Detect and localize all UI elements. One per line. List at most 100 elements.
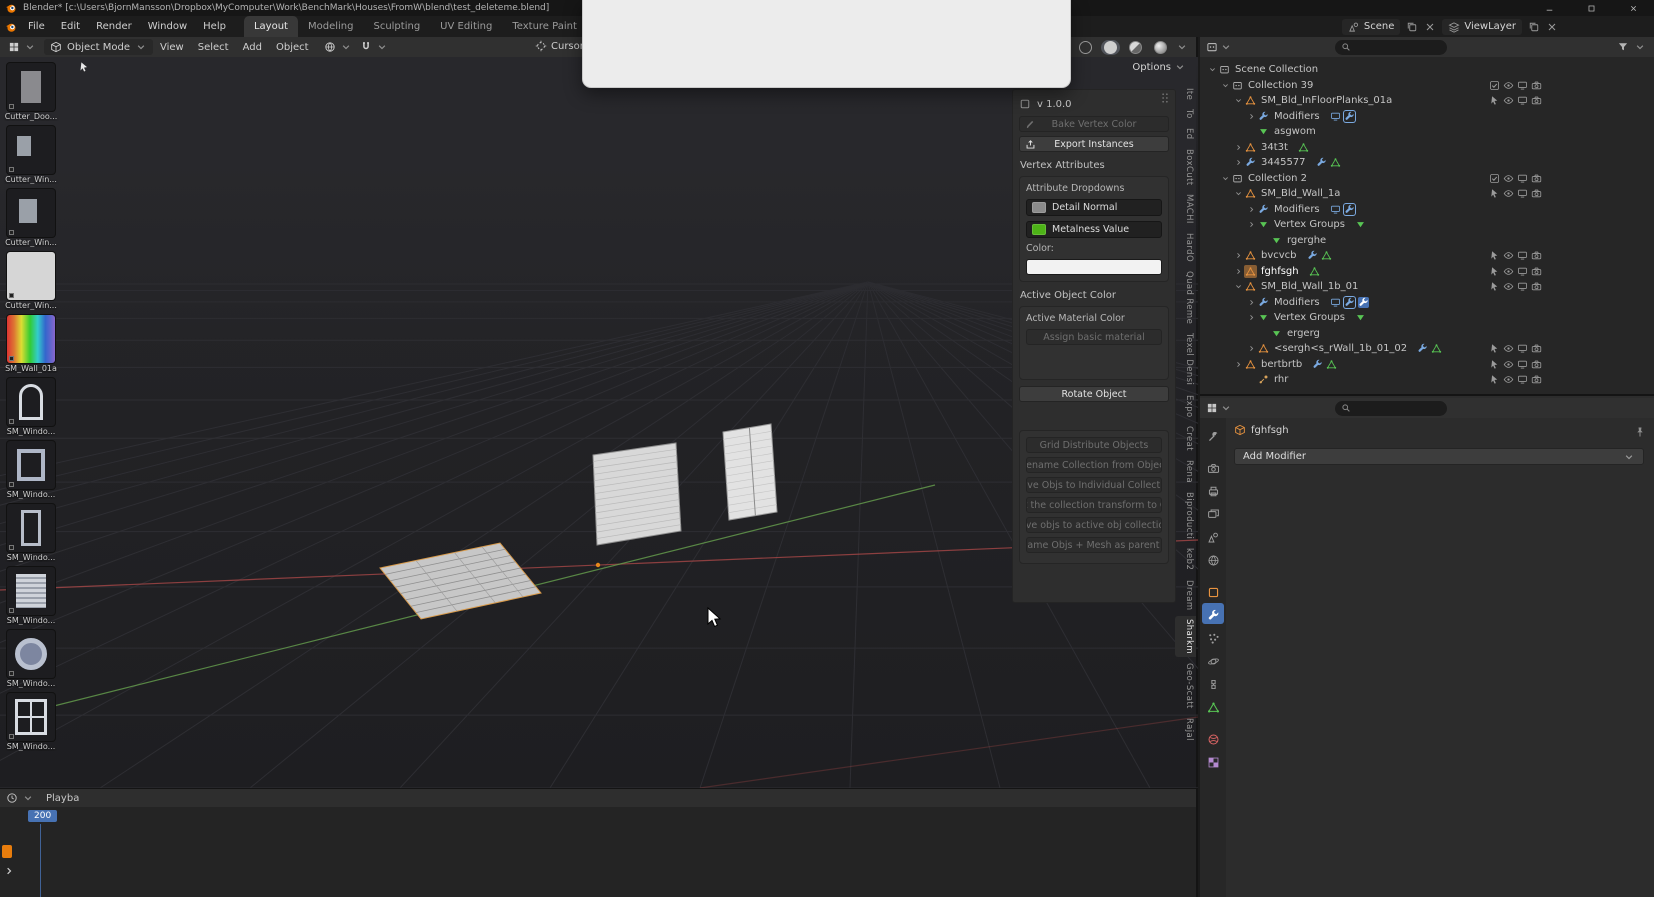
viewport-menu-view[interactable]: View: [153, 37, 191, 57]
eye-toggle-icon[interactable]: [1503, 266, 1514, 277]
sidebar-tab-expo[interactable]: Expo: [1175, 392, 1196, 421]
properties-searchbox[interactable]: [1335, 400, 1447, 416]
properties-type-button[interactable]: [1206, 402, 1232, 414]
monitor-toggle-icon[interactable]: [1517, 343, 1528, 354]
workspace-tab-sculpting[interactable]: Sculpting: [363, 16, 430, 37]
asset-thumbnail[interactable]: [7, 693, 55, 741]
monitor-toggle-icon[interactable]: [1517, 250, 1528, 261]
eye-toggle-icon[interactable]: [1503, 80, 1514, 91]
outliner-row[interactable]: SM_Bld_Wall_1b_01: [1200, 279, 1654, 295]
snapping-dropdown[interactable]: [360, 41, 388, 53]
menu-help[interactable]: Help: [195, 16, 234, 37]
asset-thumbnail[interactable]: [7, 630, 55, 678]
pin-icon[interactable]: [1634, 426, 1646, 438]
expander-icon[interactable]: [1245, 313, 1257, 322]
monitor-toggle-icon[interactable]: [1517, 80, 1528, 91]
shading-rendered[interactable]: [1151, 40, 1170, 55]
sidebar-tab-biproducti[interactable]: Biproducti: [1175, 489, 1196, 542]
minimize-button[interactable]: [1528, 0, 1570, 16]
sidebar-tab-dream[interactable]: Dream: [1175, 577, 1196, 614]
expander-icon[interactable]: [1232, 189, 1244, 198]
properties-tab-tool[interactable]: [1202, 424, 1224, 445]
outliner-row[interactable]: rhr: [1200, 372, 1654, 388]
new-viewlayer-icon[interactable]: [1528, 21, 1540, 33]
workspace-tab-uv-editing[interactable]: UV Editing: [430, 16, 502, 37]
asset-item[interactable]: Cutter_Doo...: [2, 63, 60, 121]
outliner-row[interactable]: asgwom: [1200, 124, 1654, 140]
properties-tab-render[interactable]: [1202, 456, 1224, 477]
outliner-row[interactable]: SM_Bld_Wall_1a: [1200, 186, 1654, 202]
expander-icon[interactable]: [1232, 143, 1244, 152]
outliner-row[interactable]: bvcvcb: [1200, 248, 1654, 264]
outliner-row[interactable]: ergerg: [1200, 326, 1654, 342]
outliner-row[interactable]: 3445577: [1200, 155, 1654, 171]
asset-item[interactable]: SM_Windo...: [2, 693, 60, 751]
popup-dialog[interactable]: [582, 0, 1071, 88]
shading-solid[interactable]: [1101, 39, 1120, 55]
menu-edit[interactable]: Edit: [53, 16, 88, 37]
properties-tab-world[interactable]: [1202, 548, 1224, 569]
asset-thumbnail[interactable]: [7, 441, 55, 489]
unlink-scene-icon[interactable]: [1424, 21, 1436, 33]
shading-dropdown-icon[interactable]: [1176, 41, 1188, 53]
current-frame-badge[interactable]: 200: [28, 810, 58, 822]
viewport-menu-object[interactable]: Object: [269, 37, 316, 57]
outliner-row[interactable]: SM_Bld_InFloorPlanks_01a: [1200, 93, 1654, 109]
add-modifier-button[interactable]: Add Modifier: [1234, 448, 1644, 465]
eye-toggle-icon[interactable]: [1503, 173, 1514, 184]
asset-item[interactable]: SM_Windo...: [2, 441, 60, 499]
cursor-toggle-icon[interactable]: [1489, 343, 1500, 354]
expand-icon[interactable]: [3, 865, 15, 877]
sidebar-tab-rajal[interactable]: Rajal: [1175, 715, 1196, 744]
checkbox-toggle-icon[interactable]: [1489, 173, 1500, 184]
eye-toggle-icon[interactable]: [1503, 188, 1514, 199]
cursor-toggle-icon[interactable]: [1489, 250, 1500, 261]
expander-icon[interactable]: [1232, 267, 1244, 276]
sidebar-tab-creat[interactable]: Creat: [1175, 423, 1196, 454]
sidebar-tab-rena[interactable]: Rena: [1175, 457, 1196, 486]
expander-icon[interactable]: [1245, 344, 1257, 353]
outliner-row[interactable]: Modifiers: [1200, 109, 1654, 125]
expander-icon[interactable]: [1245, 205, 1257, 214]
workspace-tab-texture-paint[interactable]: Texture Paint: [502, 16, 587, 37]
camera-toggle-icon[interactable]: [1531, 374, 1542, 385]
viewlayer-selector[interactable]: ViewLayer: [1442, 18, 1522, 35]
timeline-track[interactable]: 200: [0, 807, 1196, 897]
editor-type-button[interactable]: [8, 41, 36, 53]
pivot-point-dropdown[interactable]: Cursor: [535, 40, 584, 52]
sidebar-tab-hardo[interactable]: HardO: [1175, 230, 1196, 265]
asset-item[interactable]: SM_Windo...: [2, 567, 60, 625]
monitor-toggle-icon[interactable]: [1517, 359, 1528, 370]
camera-toggle-icon[interactable]: [1531, 343, 1542, 354]
menu-window[interactable]: Window: [140, 16, 195, 37]
camera-toggle-icon[interactable]: [1531, 250, 1542, 261]
expander-icon[interactable]: [1219, 81, 1231, 90]
outliner-search-input[interactable]: [1355, 42, 1427, 52]
eye-toggle-icon[interactable]: [1503, 374, 1514, 385]
outliner-row[interactable]: Collection 39: [1200, 78, 1654, 94]
new-scene-icon[interactable]: [1406, 21, 1418, 33]
set-the-collection-transform-to-obj-button[interactable]: Set the collection transform to Obj: [1026, 497, 1162, 513]
expander-icon[interactable]: [1245, 220, 1257, 229]
eye-toggle-icon[interactable]: [1503, 359, 1514, 370]
color-field[interactable]: [1026, 259, 1162, 275]
monitor-toggle-icon[interactable]: [1517, 173, 1528, 184]
checkbox-toggle-icon[interactable]: [1489, 80, 1500, 91]
asset-item[interactable]: Cutter_Win...: [2, 189, 60, 247]
properties-tab-constraints[interactable]: [1202, 672, 1224, 693]
outliner-searchbox[interactable]: [1335, 39, 1447, 55]
camera-toggle-icon[interactable]: [1531, 188, 1542, 199]
timeline-editor-icon[interactable]: [6, 792, 18, 804]
panel-drag-handle-icon[interactable]: [1159, 92, 1171, 104]
rename-objs-mesh-as-parent-obj-button[interactable]: Rename Objs + Mesh as parent Obj: [1026, 537, 1162, 553]
sidebar-tab-geo-scatt[interactable]: Geo-Scatt: [1175, 660, 1196, 712]
properties-tab-material[interactable]: [1202, 727, 1224, 748]
asset-item[interactable]: Cutter_Win...: [2, 126, 60, 184]
outliner-row[interactable]: rgerghe: [1200, 233, 1654, 249]
eye-toggle-icon[interactable]: [1503, 95, 1514, 106]
cursor-toggle-icon[interactable]: [1489, 95, 1500, 106]
close-button[interactable]: [1612, 0, 1654, 16]
outliner-row[interactable]: Vertex Groups: [1200, 217, 1654, 233]
expander-icon[interactable]: [1245, 298, 1257, 307]
asset-item[interactable]: Cutter_Win...: [2, 252, 60, 310]
